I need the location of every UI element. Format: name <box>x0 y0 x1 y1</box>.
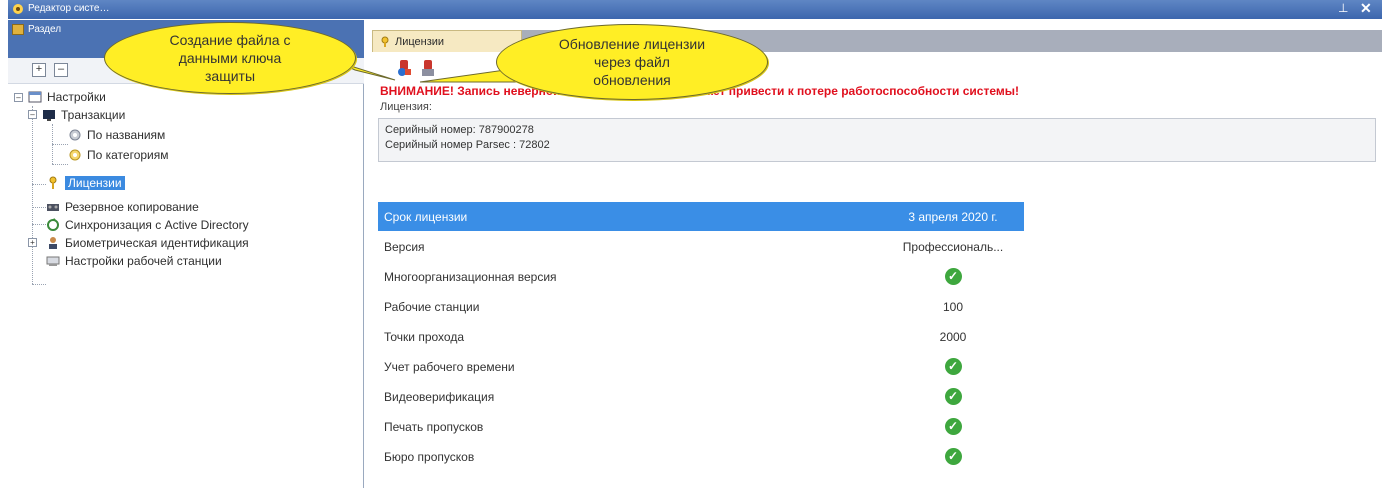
key-icon <box>49 176 57 189</box>
expand-all-button[interactable]: + <box>32 63 46 77</box>
create-key-file-icon[interactable] <box>394 58 414 78</box>
sync-icon <box>47 218 59 231</box>
tab-licenses[interactable]: Лицензии <box>372 30 522 52</box>
window-titlebar: Редактор систе… ⊥ ✕ <box>8 0 1382 19</box>
row-name: Печать пропусков <box>384 419 484 434</box>
tree-item-label: Настройки рабочей станции <box>65 254 222 268</box>
check-icon: ✓ <box>944 418 962 435</box>
collapse-all-button[interactable]: – <box>54 63 68 77</box>
tree-expand-toggle[interactable]: + <box>28 238 37 247</box>
tree-item-label: Биометрическая идентификация <box>65 236 249 250</box>
tape-icon <box>47 204 59 211</box>
table-row[interactable]: Версия Профессиональ... <box>378 232 1024 261</box>
license-panel: Лицензии ВНИМАНИЕ! Запись неверной инфор… <box>372 20 1382 488</box>
row-name: Рабочие станции <box>384 299 480 314</box>
row-name: Точки прохода <box>384 329 465 344</box>
tree-item-workstation[interactable]: Настройки рабочей станции <box>46 252 222 270</box>
callout-update-license: Обновление лицензии через файл обновлени… <box>496 24 768 100</box>
close-icon[interactable]: ✕ <box>1360 0 1372 17</box>
left-panel-title: Раздел <box>28 24 62 35</box>
tree-item-ad-sync[interactable]: Синхронизация с Active Directory <box>46 216 249 234</box>
tree-collapse-toggle[interactable]: – <box>14 93 23 102</box>
serial-number: Серийный номер: 787900278 <box>385 124 534 136</box>
row-name: Срок лицензии <box>384 209 468 224</box>
serial-number-parsec: Серийный номер Parsec : 72802 <box>385 139 550 151</box>
tree-item-biometric[interactable]: Биометрическая идентификация <box>46 234 249 252</box>
check-icon: ✓ <box>944 358 962 375</box>
row-name: Учет рабочего времени <box>384 359 515 374</box>
monitor-icon <box>43 110 55 121</box>
tree-item-licenses[interactable]: Лицензии <box>46 174 125 192</box>
callout-text: Создание файла с данными ключа защиты <box>169 32 291 84</box>
table-row[interactable]: Учет рабочего времени ✓ <box>378 352 1024 381</box>
license-label: Лицензия: <box>380 101 432 113</box>
tree-item-backup[interactable]: Резервное копирование <box>46 198 199 216</box>
tree-item-label: По названиям <box>87 128 166 142</box>
gear-yellow-icon <box>69 149 81 161</box>
table-row[interactable]: Точки прохода 2000 <box>378 322 1024 351</box>
serial-info-box: Серийный номер: 787900278 Серийный номер… <box>378 118 1376 162</box>
row-name: Видеоверификация <box>384 389 495 404</box>
callout-create-key-file: Создание файла с данными ключа защиты <box>104 22 356 94</box>
tab-label: Лицензии <box>395 35 445 48</box>
table-row[interactable]: Бюро пропусков ✓ <box>378 442 1024 471</box>
row-name: Версия <box>384 239 425 254</box>
row-value: 3 апреля 2020 г. <box>908 209 998 224</box>
row-value: 100 <box>942 299 964 314</box>
tree-item-by-category[interactable]: По категориям <box>68 146 169 164</box>
check-icon: ✓ <box>944 268 962 285</box>
check-icon: ✓ <box>944 448 962 465</box>
window-title: Редактор систе… <box>28 3 110 14</box>
table-row[interactable]: Срок лицензии 3 апреля 2020 г. <box>378 202 1024 231</box>
pin-icon[interactable]: ⊥ <box>1338 1 1348 15</box>
tree-item-label: Транзакции <box>61 108 126 122</box>
tree-collapse-toggle[interactable]: – <box>28 110 37 119</box>
table-row[interactable]: Печать пропусков ✓ <box>378 412 1024 441</box>
tree-item-by-name[interactable]: По названиям <box>68 126 165 144</box>
row-value: 2000 <box>939 329 967 344</box>
tree-item-label: Лицензии <box>65 176 125 190</box>
folder-icon <box>12 24 24 35</box>
workstation-icon <box>46 256 60 266</box>
row-name: Многоорганизационная версия <box>384 269 557 284</box>
tree-item-label: Настройки <box>47 90 106 104</box>
app-icon <box>13 4 23 14</box>
person-icon <box>49 237 57 249</box>
key-icon <box>381 36 389 47</box>
settings-window-icon <box>28 91 42 103</box>
table-row[interactable]: Видеоверификация ✓ <box>378 382 1024 411</box>
callout-text: Обновление лицензии через файл обновлени… <box>558 36 706 88</box>
tree-item-label: По категориям <box>87 148 169 162</box>
table-row[interactable]: Рабочие станции 100 <box>378 292 1024 321</box>
update-license-file-icon[interactable] <box>418 58 438 78</box>
tree-item-transactions[interactable]: Транзакции <box>42 106 125 124</box>
row-name: Бюро пропусков <box>384 449 475 464</box>
table-row[interactable]: Многоорганизационная версия ✓ <box>378 262 1024 291</box>
check-icon: ✓ <box>944 388 962 405</box>
tree-item-settings[interactable]: Настройки <box>28 88 106 106</box>
tree-item-label: Синхронизация с Active Directory <box>65 218 249 232</box>
gear-icon <box>69 129 81 141</box>
tree-item-label: Резервное копирование <box>65 200 199 214</box>
row-value: Профессиональ... <box>902 239 1004 254</box>
